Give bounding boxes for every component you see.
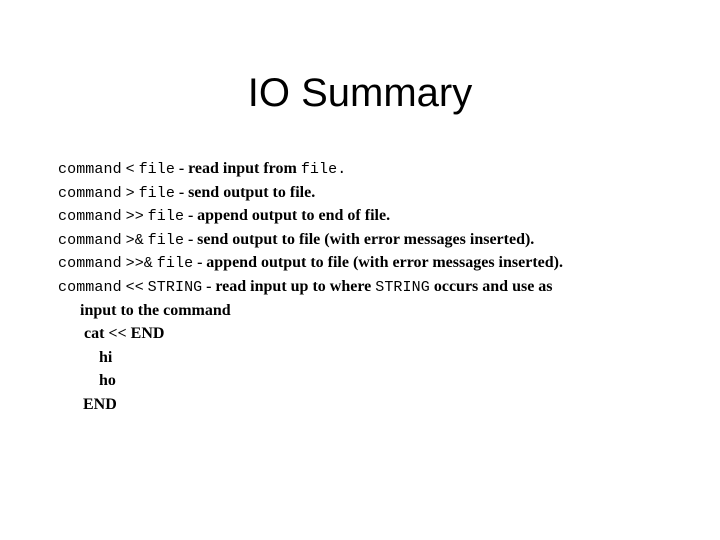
description-text-tail: occurs and use as — [429, 277, 553, 295]
description-separator: - — [178, 183, 185, 201]
redirection-line: command >& file - send output to file (w… — [58, 228, 708, 252]
description-separator: - — [206, 277, 212, 295]
operand-token: file — [147, 208, 185, 226]
operand-token: STRING — [147, 278, 203, 296]
continuation-line: hi — [99, 348, 113, 366]
description-text: read input from — [188, 160, 301, 177]
page-title: IO Summary — [247, 71, 473, 115]
description-code-token: STRING — [375, 278, 430, 296]
redirection-line: command < file - read input from file. — [58, 157, 708, 181]
description-separator: - — [187, 230, 194, 248]
redirection-line: command >> file - append output to end o… — [58, 204, 708, 228]
command-token: command — [58, 255, 122, 273]
redirection-operator: >> — [125, 208, 144, 226]
continuation-line: ho — [99, 372, 116, 390]
operand-token: file — [138, 184, 175, 202]
description-text: read input up to where — [215, 277, 376, 295]
command-token: command — [58, 278, 122, 296]
redirection-operator: < — [125, 161, 135, 178]
operand-token: file — [156, 255, 194, 273]
redirection-operator: >& — [125, 231, 144, 249]
redirection-line: command > file - send output to file. — [58, 181, 708, 205]
continuation-line: input to the command — [80, 301, 231, 319]
description-separator: - — [178, 160, 185, 177]
command-token: command — [58, 231, 122, 249]
description-text: send output to file (with error messages… — [197, 230, 535, 248]
operand-token: file — [138, 161, 175, 178]
slide-canvas: IO Summary command < file - read input f… — [0, 0, 720, 540]
description-text: send output to file. — [188, 183, 316, 201]
redirection-line: command << STRING - read input up to whe… — [58, 275, 708, 299]
operand-token: file — [147, 231, 185, 249]
command-token: command — [58, 184, 122, 202]
redirection-operator: >>& — [125, 255, 153, 273]
description-text: append output to file (with error messag… — [206, 254, 563, 272]
slide-body: command < file - read input from file. co… — [58, 157, 708, 417]
continuation-line: cat << END — [84, 325, 165, 343]
description-separator: - — [197, 254, 203, 272]
command-token: command — [58, 208, 122, 226]
description-separator: - — [187, 207, 194, 225]
redirection-line: command >>& file - append output to file… — [58, 251, 708, 275]
command-token: command — [58, 161, 122, 178]
redirection-operator: > — [125, 184, 135, 202]
continuation-line: END — [83, 395, 117, 413]
redirection-operator: << — [125, 278, 144, 296]
description-text: append output to end of file. — [197, 207, 391, 225]
description-code-token: file. — [300, 161, 347, 178]
